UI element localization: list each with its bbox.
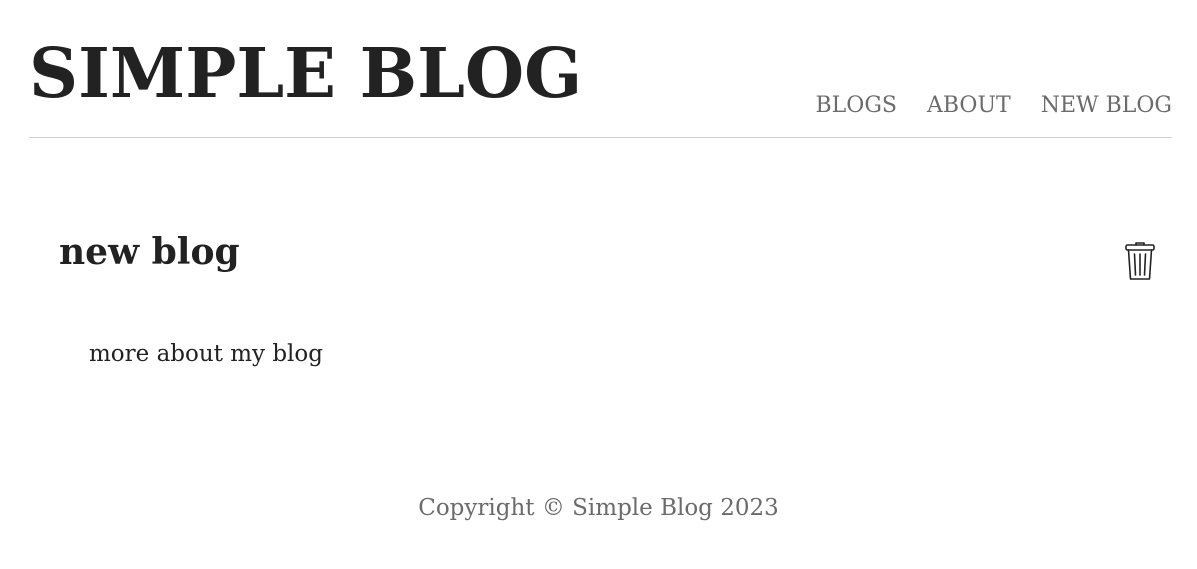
site-footer: Copyright © Simple Blog 2023 [418,495,779,521]
nav-link-about[interactable]: ABOUT [927,91,1011,121]
main-nav: BLOGS ABOUT NEW BLOG [816,91,1173,121]
page: SIMPLE BLOG BLOGS ABOUT NEW BLOG new blo… [0,0,1197,569]
site-header: SIMPLE BLOG BLOGS ABOUT NEW BLOG [29,0,1172,138]
post-body: more about my blog [89,341,323,367]
site-title[interactable]: SIMPLE BLOG [29,34,582,114]
trash-icon [1123,240,1157,282]
nav-link-new-blog[interactable]: NEW BLOG [1041,91,1172,121]
post-title: new blog [59,231,240,273]
nav-link-blogs[interactable]: BLOGS [816,91,897,121]
delete-post-button[interactable] [1123,240,1157,282]
